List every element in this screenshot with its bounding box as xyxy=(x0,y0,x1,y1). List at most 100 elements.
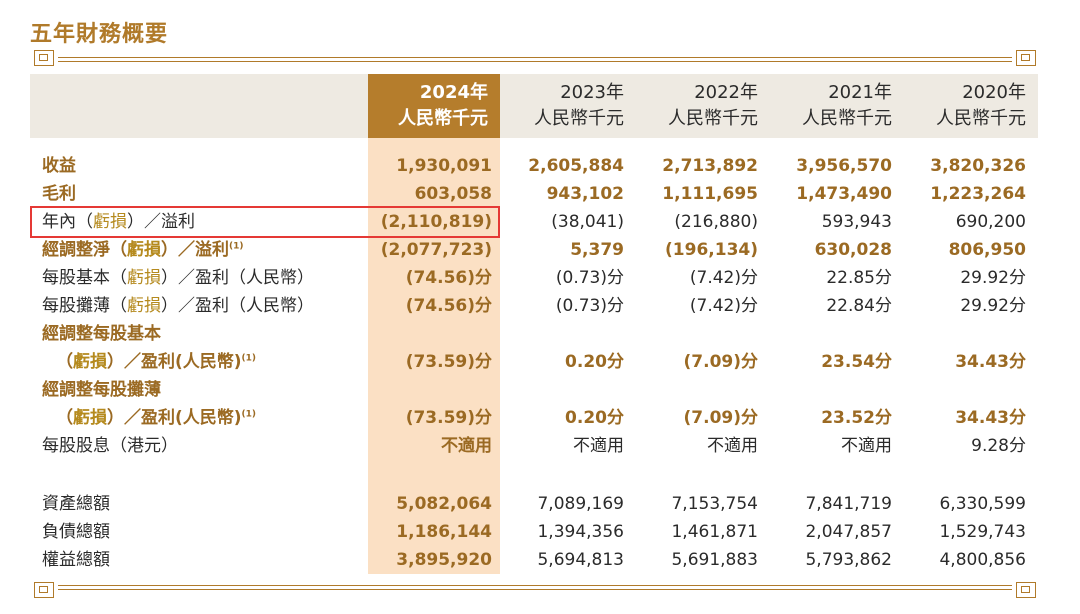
label-text: （ xyxy=(56,408,73,428)
label-text: 每股基本（ xyxy=(42,268,127,288)
cell-2023: 0.20分 xyxy=(565,352,624,372)
label-text: ）／盈利（人民幣） xyxy=(161,268,314,288)
label-text: ）／盈利(人民幣) xyxy=(107,352,242,372)
row-label: （虧損）／盈利(人民幣)(1) xyxy=(56,348,256,376)
table-row-diluted-eps: 每股攤薄（虧損）／盈利（人民幣） (74.56)分 (0.73)分 (7.42)… xyxy=(0,292,1080,320)
cell-2020: 806,950 xyxy=(948,240,1026,260)
cell-2021: 7,841,719 xyxy=(805,494,892,514)
table-row-adjusted-net: 經調整淨（虧損）／溢利(1) (2,077,723) 5,379 (196,13… xyxy=(0,236,1080,264)
row-label: 經調整每股攤薄 xyxy=(42,380,161,400)
table-row-adjusted-basic-heading: 經調整每股基本 xyxy=(0,320,1080,348)
cell-2020: 1,223,264 xyxy=(930,184,1026,204)
label-highlight: 虧損 xyxy=(127,296,161,316)
cell-2024: 3,895,920 xyxy=(396,550,492,570)
footnote-marker: (1) xyxy=(241,409,257,420)
header-unit: 人民幣千元 xyxy=(936,108,1026,129)
label-highlight: 虧損 xyxy=(73,352,107,372)
cell-2022: 7,153,754 xyxy=(671,494,758,514)
cell-2023: 不適用 xyxy=(573,436,624,456)
table-row-total-assets: 資產總額 5,082,064 7,089,169 7,153,754 7,841… xyxy=(0,490,1080,518)
corner-ornament-icon xyxy=(1016,582,1036,598)
column-header-2024: 2024年 人民幣千元 xyxy=(368,80,488,134)
cell-2024: 5,082,064 xyxy=(396,494,492,514)
cell-2022: (7.42)分 xyxy=(689,268,758,288)
cell-2024: (73.59)分 xyxy=(405,352,492,372)
row-label: 每股股息（港元） xyxy=(42,436,178,456)
label-text: ）／盈利（人民幣） xyxy=(161,296,314,316)
cell-2020: 1,529,743 xyxy=(939,522,1026,542)
cell-2020: 6,330,599 xyxy=(939,494,1026,514)
row-label: （虧損）／盈利(人民幣)(1) xyxy=(56,404,256,432)
header-year: 2020年 xyxy=(962,82,1026,103)
cell-2023: (0.73)分 xyxy=(555,268,624,288)
row-label: 收益 xyxy=(42,156,76,176)
table-row-adjusted-diluted-heading: 經調整每股攤薄 xyxy=(0,376,1080,404)
table-row-dividend: 每股股息（港元） 不適用 不適用 不適用 不適用 9.28分 xyxy=(0,432,1080,460)
cell-2021: 5,793,862 xyxy=(805,550,892,570)
cell-2022: 2,713,892 xyxy=(662,156,758,176)
table-row-total-liabilities: 負債總額 1,186,144 1,394,356 1,461,871 2,047… xyxy=(0,518,1080,546)
cell-2022: 1,461,871 xyxy=(671,522,758,542)
header-year: 2024年 xyxy=(419,82,488,103)
table-row-adjusted-diluted-eps: （虧損）／盈利(人民幣)(1) (73.59)分 0.20分 (7.09)分 2… xyxy=(0,404,1080,432)
cell-2021: 2,047,857 xyxy=(805,522,892,542)
header-unit: 人民幣千元 xyxy=(534,108,624,129)
row-label: 負債總額 xyxy=(42,522,110,542)
cell-2023: 7,089,169 xyxy=(537,494,624,514)
header-unit: 人民幣千元 xyxy=(802,108,892,129)
cell-2021: 22.84分 xyxy=(826,296,892,316)
selection-highlight-box xyxy=(30,206,500,238)
column-header-2023: 2023年 人民幣千元 xyxy=(504,80,624,134)
cell-2021: 23.52分 xyxy=(821,408,892,428)
label-text: （ xyxy=(56,352,73,372)
cell-2023: 1,394,356 xyxy=(537,522,624,542)
table-row-total-equity: 權益總額 3,895,920 5,694,813 5,691,883 5,793… xyxy=(0,546,1080,574)
row-label: 經調整淨（虧損）／溢利(1) xyxy=(42,236,244,264)
table-row-gross-profit: 毛利 603,058 943,102 1,111,695 1,473,490 1… xyxy=(0,180,1080,208)
label-text: 經調整淨（ xyxy=(42,240,127,260)
cell-2020: 3,820,326 xyxy=(930,156,1026,176)
column-header-2021: 2021年 人民幣千元 xyxy=(772,80,892,134)
cell-2024: 1,930,091 xyxy=(396,156,492,176)
column-header-2022: 2022年 人民幣千元 xyxy=(638,80,758,134)
cell-2020: 690,200 xyxy=(955,212,1026,232)
column-header-2020: 2020年 人民幣千元 xyxy=(906,80,1026,134)
table-row-basic-eps: 每股基本（虧損）／盈利（人民幣） (74.56)分 (0.73)分 (7.42)… xyxy=(0,264,1080,292)
cell-2020: 29.92分 xyxy=(960,268,1026,288)
cell-2020: 9.28分 xyxy=(971,436,1026,456)
cell-2024: 603,058 xyxy=(414,184,492,204)
cell-2023: 943,102 xyxy=(546,184,624,204)
cell-2021: 22.85分 xyxy=(826,268,892,288)
label-highlight: 虧損 xyxy=(127,240,161,260)
cell-2023: (38,041) xyxy=(551,212,624,232)
page-title: 五年財務概要 xyxy=(30,22,169,47)
cell-2022: 5,691,883 xyxy=(671,550,758,570)
cell-2022: (216,880) xyxy=(674,212,758,232)
cell-2021: 不適用 xyxy=(841,436,892,456)
header-year: 2022年 xyxy=(694,82,758,103)
cell-2022: 1,111,695 xyxy=(662,184,758,204)
cell-2020: 34.43分 xyxy=(955,408,1026,428)
cell-2021: 593,943 xyxy=(821,212,892,232)
row-label: 經調整每股基本 xyxy=(42,324,161,344)
cell-2021: 3,956,570 xyxy=(796,156,892,176)
row-label: 每股攤薄（虧損）／盈利（人民幣） xyxy=(42,292,314,320)
cell-2024: 不適用 xyxy=(441,436,492,456)
header-unit: 人民幣千元 xyxy=(668,108,758,129)
cell-2020: 34.43分 xyxy=(955,352,1026,372)
cell-2024: (74.56)分 xyxy=(405,268,492,288)
row-label: 每股基本（虧損）／盈利（人民幣） xyxy=(42,264,314,292)
row-label: 毛利 xyxy=(42,184,76,204)
table-row-revenue: 收益 1,930,091 2,605,884 2,713,892 3,956,5… xyxy=(0,152,1080,180)
row-label: 資產總額 xyxy=(42,494,110,514)
cell-2021: 630,028 xyxy=(814,240,892,260)
cell-2024: 1,186,144 xyxy=(396,522,492,542)
cell-2020: 29.92分 xyxy=(960,296,1026,316)
cell-2022: (7.42)分 xyxy=(689,296,758,316)
cell-2024: (74.56)分 xyxy=(405,296,492,316)
cell-2022: (7.09)分 xyxy=(683,352,758,372)
corner-ornament-icon xyxy=(1016,50,1036,66)
cell-2022: (196,134) xyxy=(665,240,758,260)
cell-2021: 23.54分 xyxy=(821,352,892,372)
cell-2023: 5,379 xyxy=(570,240,624,260)
